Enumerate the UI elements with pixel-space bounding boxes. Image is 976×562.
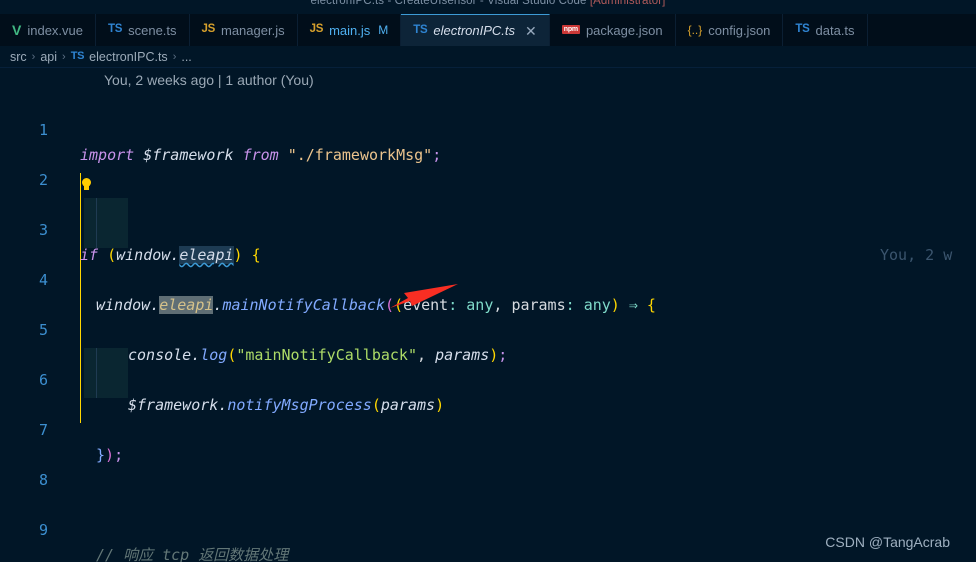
chevron-right-icon: ›	[31, 50, 36, 63]
json-file-icon: {..}	[687, 23, 703, 37]
window-title-admin: [Administrator]	[589, 0, 666, 7]
line-number: 3	[38, 221, 48, 239]
breadcrumb: src › api › TS electronIPC.ts › ...	[0, 46, 976, 68]
typescript-file-icon: TS	[413, 23, 428, 36]
vue-file-icon: V	[12, 22, 22, 38]
tab-label: index.vue	[27, 22, 83, 38]
javascript-file-icon: JS	[201, 23, 216, 36]
code-line[interactable]: 9 // 响应 tcp 返回数据处理	[0, 493, 976, 562]
tab-config-json[interactable]: {..} config.json	[676, 14, 784, 46]
tab-label: data.ts	[815, 22, 855, 38]
line-number: 6	[38, 371, 48, 389]
tab-package-json[interactable]: npm package.json	[550, 14, 676, 46]
javascript-file-icon: JS	[309, 23, 324, 36]
tab-label: scene.ts	[128, 22, 177, 38]
code-line[interactable]: 1 import $framework from "./frameworkMsg…	[0, 93, 976, 164]
code-line[interactable]: 5 console.log("mainNotifyCallback", para…	[0, 293, 976, 364]
tab-label: manager.js	[221, 22, 285, 38]
typescript-file-icon: TS	[108, 23, 123, 36]
window-title: electronIPC.ts - CreateUIsensor - Visual…	[0, 0, 976, 7]
chevron-right-icon: ›	[172, 50, 177, 63]
line-number: 5	[38, 321, 48, 339]
code-line[interactable]: 2	[0, 143, 976, 189]
code-editor[interactable]: You, 2 weeks ago | 1 author (You) 1 impo…	[0, 68, 976, 562]
vscode-window: electronIPC.ts - CreateUIsensor - Visual…	[0, 0, 976, 562]
tab-label: main.js	[329, 22, 371, 38]
editor-tab-bar: V index.vue TS scene.ts JS manager.js JS…	[0, 14, 976, 46]
close-icon[interactable]: ✕	[525, 24, 537, 38]
typescript-file-icon: TS	[795, 23, 810, 36]
window-title-bar: electronIPC.ts - CreateUIsensor - Visual…	[0, 0, 976, 14]
code-line[interactable]: 7 });	[0, 393, 976, 464]
line-number: 8	[38, 471, 48, 489]
tab-electronipc-ts[interactable]: TS electronIPC.ts ✕	[401, 14, 550, 46]
line-number: 7	[38, 421, 48, 439]
quick-fix-lightbulb-icon[interactable]	[80, 177, 94, 193]
window-title-text: electronIPC.ts - CreateUIsensor - Visual…	[310, 0, 587, 7]
tab-label: package.json	[585, 22, 663, 38]
npm-file-icon: npm	[561, 24, 580, 34]
tab-label: config.json	[708, 22, 771, 38]
line-number: 2	[38, 171, 48, 189]
tab-git-status-modified: M	[378, 23, 389, 37]
code-content[interactable]: 1 import $framework from "./frameworkMsg…	[0, 93, 976, 562]
breadcrumb-item-symbols[interactable]: ...	[181, 50, 191, 64]
code-line[interactable]: 4 window.eleapi.mainNotifyCallback((even…	[0, 243, 976, 314]
inline-git-blame: You, 2 w	[880, 246, 953, 264]
breadcrumb-item-file[interactable]: electronIPC.ts	[89, 50, 168, 64]
tab-index-vue[interactable]: V index.vue	[0, 14, 96, 46]
tab-scene-ts[interactable]: TS scene.ts	[96, 14, 190, 46]
breadcrumb-item-api[interactable]: api	[40, 50, 57, 64]
code-line[interactable]: 8	[0, 443, 976, 489]
code-line[interactable]: 3 if (window.eleapi) {	[0, 193, 976, 264]
breadcrumb-item-src[interactable]: src	[10, 50, 27, 64]
typescript-file-icon: TS	[70, 50, 85, 62]
code-line[interactable]: 6 $framework.notifyMsgProcess(params)	[0, 343, 976, 414]
csdn-watermark: CSDN @TangAcrab	[825, 534, 950, 550]
line-number: 9	[38, 521, 48, 539]
line-number: 1	[38, 121, 48, 139]
tab-data-ts[interactable]: TS data.ts	[783, 14, 868, 46]
tab-manager-js[interactable]: JS manager.js	[190, 14, 298, 46]
tab-label: electronIPC.ts	[433, 23, 516, 38]
git-blame-header: You, 2 weeks ago | 1 author (You)	[104, 72, 314, 88]
tab-main-js[interactable]: JS main.js M	[298, 14, 402, 46]
line-number: 4	[38, 271, 48, 289]
chevron-right-icon: ›	[62, 50, 66, 63]
